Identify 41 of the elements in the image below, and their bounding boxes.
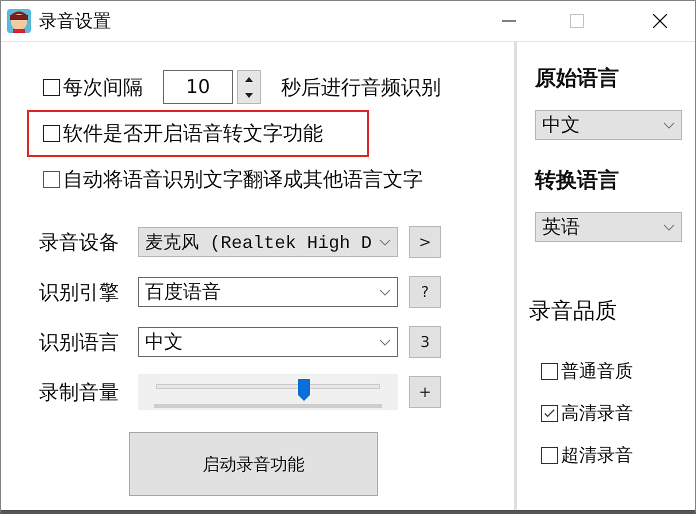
number-field[interactable]: 10 [163, 70, 233, 104]
minimize-icon[interactable] [502, 20, 516, 22]
chevron-down-icon [379, 288, 391, 296]
small-button[interactable]: 3 [409, 326, 441, 358]
checkbox-label: 每次间隔 [63, 74, 143, 100]
chevron-down-icon [379, 238, 391, 246]
spin-buttons[interactable] [237, 70, 261, 104]
checkbox-label: 高清录音 [561, 402, 633, 425]
chevron-down-icon [663, 122, 675, 128]
checkbox-label: 普通音质 [561, 360, 633, 383]
dropdown[interactable]: 中文 [535, 110, 682, 140]
checkbox-label: 自动将语音识别文字翻译成其他语言文字 [63, 166, 423, 192]
dropdown[interactable]: 英语 [535, 212, 682, 242]
section-heading: 录音品质 [529, 298, 617, 326]
checkbox[interactable] [43, 78, 60, 96]
interval-suffix: 秒后进行音频识别 [281, 74, 441, 100]
checkbox-label: 软件是否开启语音转文字功能 [63, 120, 323, 146]
checkbox[interactable] [541, 446, 558, 464]
setting-label: 录制音量 [39, 378, 120, 406]
cartoon-avatar-icon [7, 9, 31, 33]
dropdown[interactable]: 中文 [138, 327, 398, 357]
checkbox[interactable] [541, 362, 558, 380]
chevron-down-icon [663, 224, 675, 230]
chevron-down-icon [379, 338, 391, 346]
volume-slider[interactable] [138, 374, 398, 410]
section-heading: 转换语言 [535, 167, 619, 194]
small-button[interactable]: + [409, 376, 441, 408]
setting-label: 录音设备 [39, 228, 120, 256]
setting-label: 识别语言 [39, 328, 120, 356]
slider-thumb[interactable] [298, 379, 310, 401]
checkbox[interactable] [43, 124, 60, 142]
checkbox[interactable] [43, 170, 60, 188]
start-recording-button[interactable]: 启动录音功能 [129, 432, 378, 496]
close-icon[interactable] [653, 14, 667, 28]
checkbox-label: 超清录音 [561, 444, 633, 467]
checkbox[interactable] [541, 404, 558, 422]
small-button[interactable]: ? [409, 276, 441, 308]
section-heading: 原始语言 [535, 65, 619, 92]
window-title: 录音设置 [39, 10, 111, 33]
setting-label: 识别引擎 [39, 278, 120, 306]
dropdown[interactable]: 百度语音 [138, 277, 398, 307]
